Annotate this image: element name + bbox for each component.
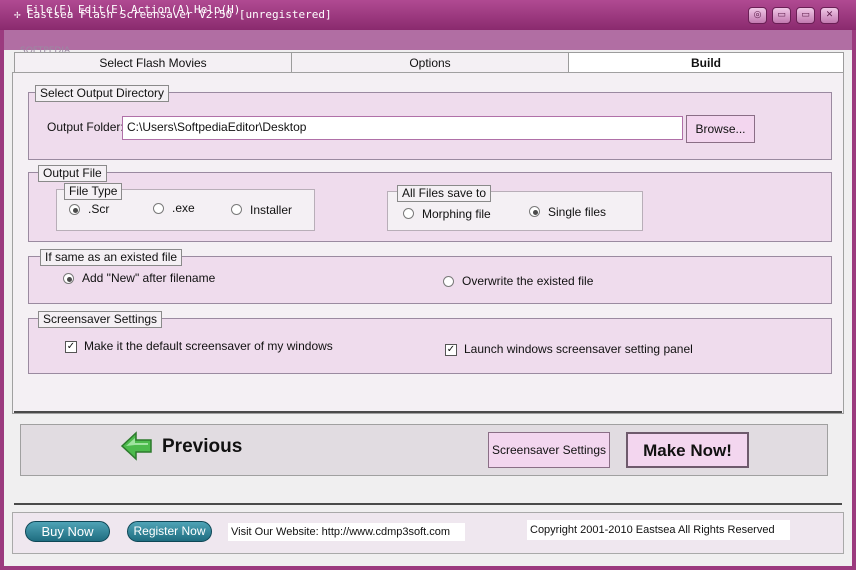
menu-bar bbox=[4, 30, 852, 50]
tab-select-flash-movies[interactable]: Select Flash Movies bbox=[14, 52, 292, 73]
close-button[interactable]: ✕ bbox=[820, 7, 839, 24]
radio-scr[interactable] bbox=[69, 204, 80, 215]
menu-file[interactable]: File(F) bbox=[26, 3, 72, 16]
separator-bottom bbox=[14, 503, 842, 505]
radio-exe[interactable] bbox=[153, 203, 164, 214]
output-directory-title: Select Output Directory bbox=[35, 85, 170, 102]
previous-arrow-icon[interactable] bbox=[120, 430, 154, 462]
tab-options[interactable]: Options bbox=[291, 52, 569, 73]
radio-installer[interactable] bbox=[231, 204, 242, 215]
minimize-button[interactable]: ◎ bbox=[748, 7, 767, 24]
default-screensaver-checkbox[interactable]: ✓ bbox=[65, 341, 77, 353]
radio-morphing-label: Morphing file bbox=[422, 207, 491, 221]
separator-top bbox=[14, 411, 842, 413]
radio-single-label: Single files bbox=[548, 205, 607, 219]
radio-single-files[interactable] bbox=[529, 206, 540, 217]
tab-build[interactable]: Build bbox=[568, 52, 844, 73]
maximize-button[interactable]: ▭ bbox=[796, 7, 815, 24]
app-icon: ✢ bbox=[14, 8, 21, 21]
restore-button[interactable]: ▭ bbox=[772, 7, 791, 24]
launch-panel-label: Launch windows screensaver setting panel bbox=[464, 342, 693, 356]
screensaver-settings-button[interactable]: Screensaver Settings bbox=[488, 432, 610, 468]
copyright-text: Copyright 2001-2010 Eastsea All Rights R… bbox=[527, 520, 790, 540]
register-now-button[interactable]: Register Now bbox=[127, 521, 212, 542]
menu-help[interactable]: Help(H) bbox=[194, 3, 240, 16]
radio-overwrite-label: Overwrite the existed file bbox=[462, 274, 594, 288]
menu-edit[interactable]: Edit(E) bbox=[78, 3, 124, 16]
radio-add-new[interactable] bbox=[63, 273, 74, 284]
screensaver-settings-title: Screensaver Settings bbox=[38, 311, 163, 328]
browse-button[interactable]: Browse... bbox=[686, 115, 755, 143]
radio-scr-label: .Scr bbox=[88, 202, 110, 216]
launch-panel-checkbox[interactable]: ✓ bbox=[445, 344, 457, 356]
radio-morphing-file[interactable] bbox=[403, 208, 414, 219]
save-to-title: All Files save to bbox=[397, 185, 492, 202]
menu-action[interactable]: Action(A) bbox=[131, 3, 191, 16]
output-folder-input[interactable]: C:\Users\SoftpediaEditor\Desktop bbox=[122, 116, 683, 140]
output-folder-label: Output Folder: bbox=[47, 120, 124, 134]
output-file-title: Output File bbox=[38, 165, 107, 182]
make-now-button[interactable]: Make Now! bbox=[626, 432, 749, 468]
radio-exe-label: .exe bbox=[172, 201, 195, 215]
previous-button[interactable]: Previous bbox=[162, 436, 242, 458]
existing-file-title: If same as an existed file bbox=[40, 249, 183, 266]
buy-now-button[interactable]: Buy Now bbox=[25, 521, 110, 542]
radio-add-new-label: Add "New" after filename bbox=[82, 271, 216, 285]
radio-overwrite[interactable] bbox=[443, 276, 454, 287]
website-link[interactable]: Visit Our Website: http://www.cdmp3soft.… bbox=[228, 523, 465, 541]
default-screensaver-label: Make it the default screensaver of my wi… bbox=[84, 339, 333, 353]
file-type-title: File Type bbox=[64, 183, 123, 200]
radio-installer-label: Installer bbox=[250, 203, 293, 217]
